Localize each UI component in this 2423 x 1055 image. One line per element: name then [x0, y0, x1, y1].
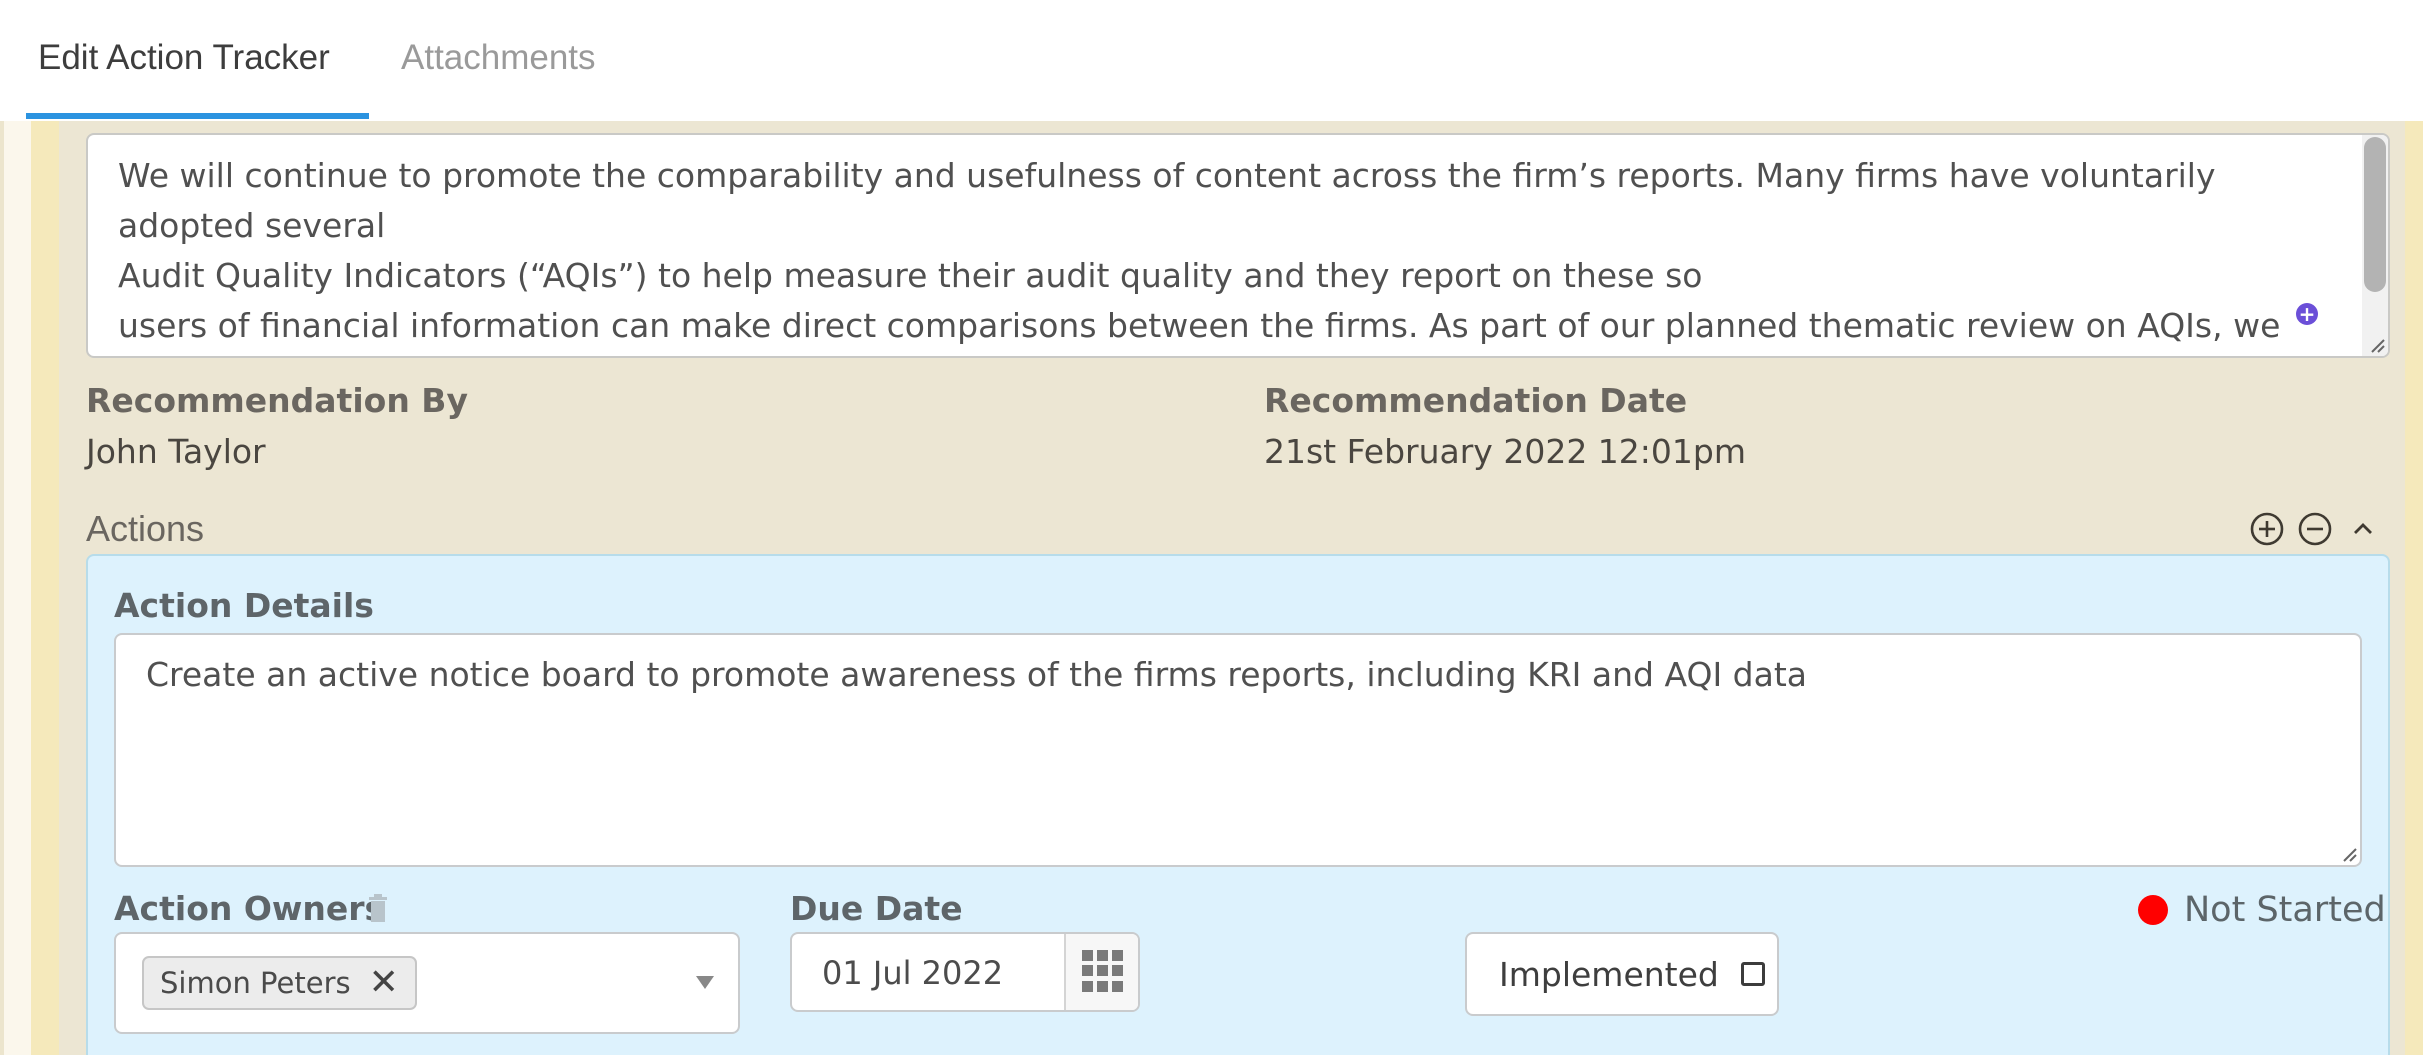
action-details-label: Action Details [114, 586, 374, 625]
actions-heading: Actions [86, 508, 205, 549]
recommendation-textarea[interactable]: We will continue to promote the comparab… [86, 133, 2390, 358]
due-date-input[interactable]: 01 Jul 2022 [790, 932, 1140, 1012]
action-item-panel: Action Details Create an active notice b… [86, 554, 2390, 1055]
dropdown-arrow-icon[interactable] [696, 976, 714, 989]
recommendation-date-label: Recommendation Date [1264, 381, 1688, 420]
left-stripe [4, 121, 31, 1055]
status-text: Not Started [2184, 890, 2386, 930]
recommendation-by-label: Recommendation By [86, 381, 468, 420]
active-tab-indicator [26, 113, 369, 119]
remove-circle-icon[interactable] [2298, 512, 2332, 546]
implemented-toggle[interactable]: Implemented [1465, 932, 1779, 1016]
recommendation-by-value: John Taylor [86, 432, 266, 471]
resize-grip-icon[interactable] [2338, 843, 2358, 863]
action-owners-select[interactable]: Simon Peters ✕ [114, 932, 740, 1034]
resize-grip-icon[interactable] [2366, 334, 2386, 354]
recommendation-text: We will continue to promote the comparab… [118, 156, 2281, 345]
left-stripe-accent [31, 121, 59, 1055]
date-picker-button[interactable] [1064, 934, 1138, 1010]
implemented-checkbox[interactable] [1740, 962, 1765, 986]
action-owners-label: Action Owners [114, 889, 385, 928]
owner-chip: Simon Peters ✕ [142, 956, 417, 1010]
due-date-value: 01 Jul 2022 [822, 954, 1004, 992]
action-details-text: Create an active notice board to promote… [146, 655, 1808, 694]
status-dot-icon [2138, 895, 2168, 925]
implemented-label: Implemented [1499, 954, 1719, 994]
tab-bar: Edit Action Tracker Attachments [0, 0, 2423, 120]
calendar-grid-icon [1082, 950, 1124, 992]
chevron-up-icon[interactable] [2346, 512, 2380, 546]
right-stripe [2405, 121, 2423, 1055]
remove-owner-icon[interactable]: ✕ [369, 965, 399, 1001]
add-circle-icon[interactable] [2250, 512, 2284, 546]
trash-icon[interactable] [368, 894, 388, 922]
owner-chip-label: Simon Peters [160, 966, 351, 1000]
action-details-textarea[interactable]: Create an active notice board to promote… [114, 633, 2362, 867]
scrollbar-thumb[interactable] [2364, 137, 2386, 292]
scrollbar-track[interactable] [2362, 135, 2388, 356]
plus-circle-icon[interactable]: + [2296, 303, 2318, 325]
tab-attachments[interactable]: Attachments [401, 38, 596, 78]
status-badge: Not Started [2138, 890, 2386, 930]
recommendation-date-value: 21st February 2022 12:01pm [1264, 432, 1746, 471]
due-date-label: Due Date [790, 889, 963, 928]
tab-edit-action-tracker[interactable]: Edit Action Tracker [38, 38, 330, 78]
